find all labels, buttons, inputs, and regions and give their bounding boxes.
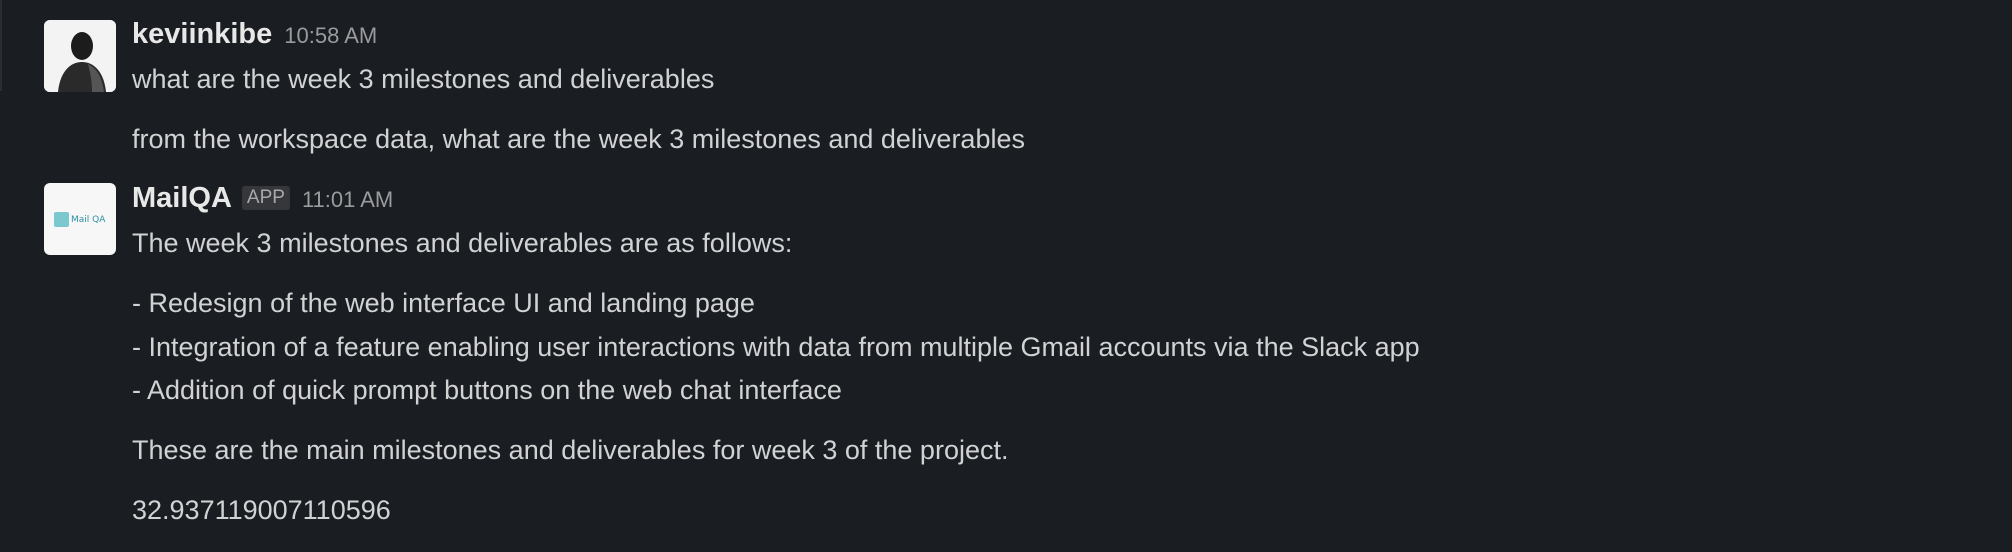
message-mailqa: Mail QA MailQA APP 11:01 AM The week 3 mil… (0, 170, 2012, 552)
logo-wordmark: Mail QA (71, 214, 106, 225)
list-item: - Redesign of the web interface UI and l… (132, 288, 755, 318)
user-photo-avatar-icon (44, 20, 116, 92)
message-text: what are the week 3 milestones and deliv… (132, 64, 715, 94)
list-item: - Integration of a feature enabling user… (132, 332, 1420, 362)
sender-name[interactable]: MailQA (132, 182, 232, 215)
sender-name[interactable]: keviinkibe (132, 18, 272, 51)
mailqa-logo-icon: Mail QA (54, 211, 114, 229)
message-timestamp[interactable]: 11:01 AM (302, 187, 393, 213)
message-header: MailQA APP 11:01 AM (132, 182, 393, 218)
message-timestamp[interactable]: 10:58 AM (284, 23, 377, 49)
message-number: 32.937119007110596 (132, 495, 391, 525)
app-badge: APP (241, 186, 290, 210)
user-avatar[interactable] (44, 20, 116, 92)
message-text: These are the main milestones and delive… (132, 435, 1009, 465)
message-keviinkibe: keviinkibe 10:58 AM what are the week 3 m… (0, 0, 2012, 160)
app-avatar[interactable]: Mail QA (44, 183, 116, 255)
list-item: - Addition of quick prompt buttons on th… (132, 375, 842, 405)
logo-mark-icon (54, 212, 69, 228)
message-text: The week 3 milestones and deliverables a… (132, 228, 793, 258)
message-text: from the workspace data, what are the we… (132, 124, 1025, 154)
message-header: keviinkibe 10:58 AM (132, 18, 377, 54)
